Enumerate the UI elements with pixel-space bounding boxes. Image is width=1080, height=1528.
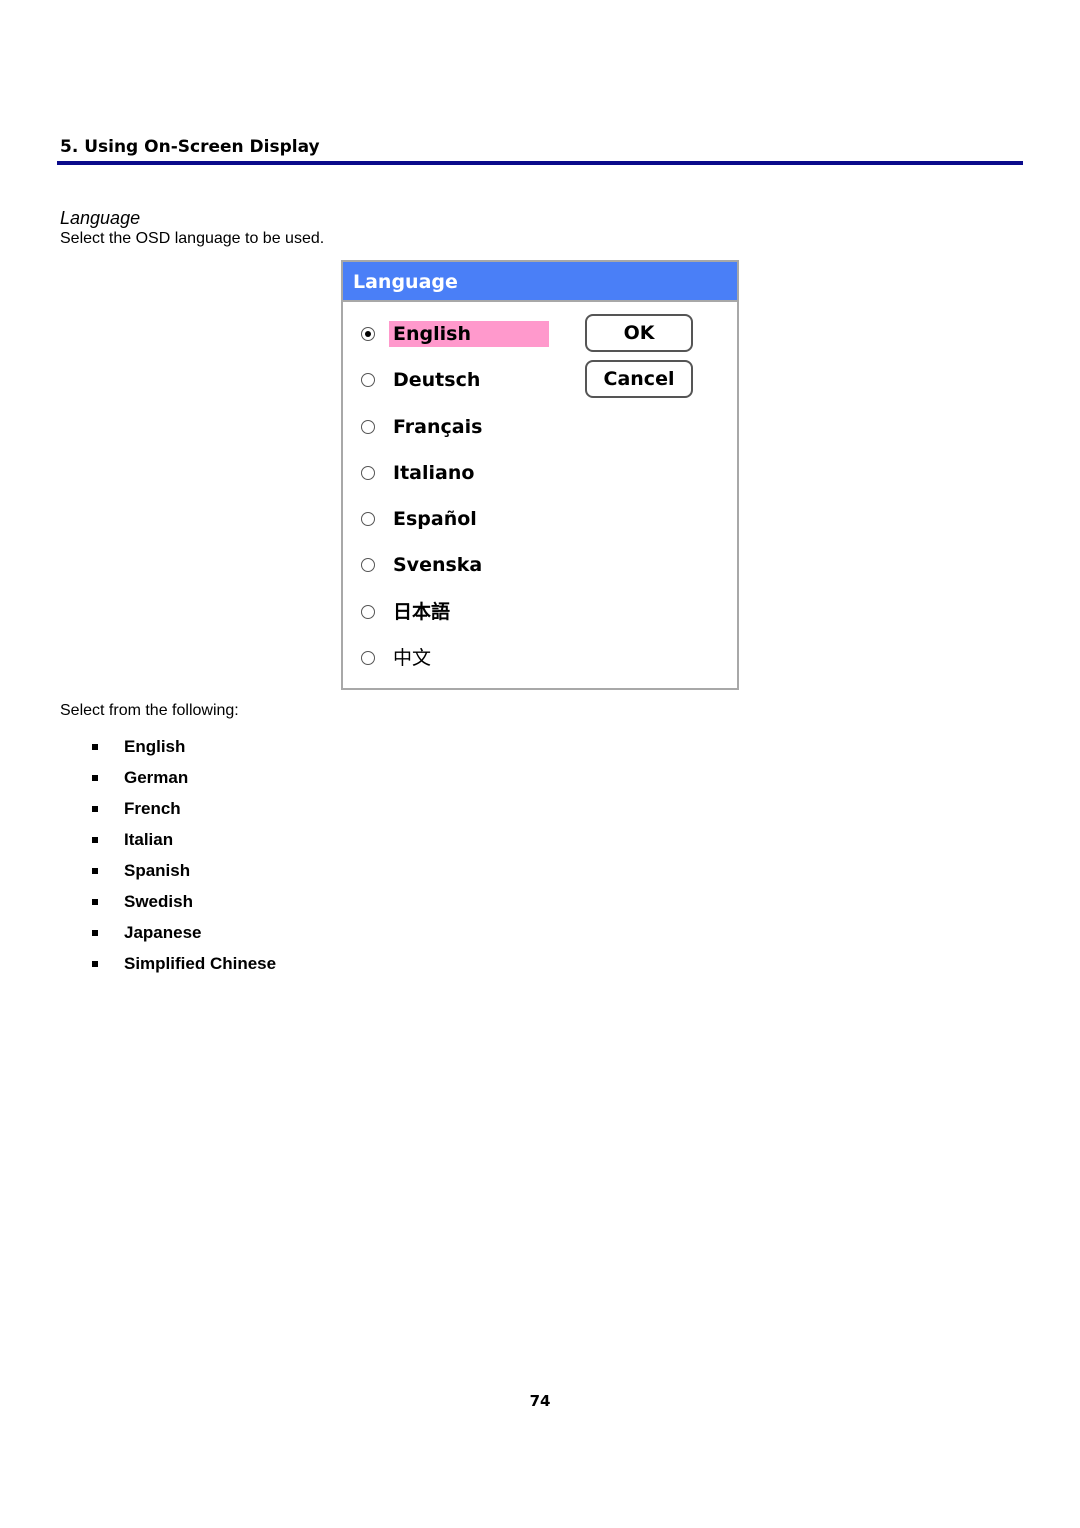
option-label: Italiano <box>393 462 475 484</box>
list-item-label: Simplified Chinese <box>124 953 277 973</box>
option-label: English <box>389 321 549 347</box>
option-espanol[interactable]: Español <box>361 505 481 533</box>
osd-title: Language <box>343 262 737 302</box>
option-label: Svenska <box>393 554 483 576</box>
option-francais[interactable]: Français <box>361 413 486 441</box>
option-label: 中文 <box>393 647 432 669</box>
option-japanese[interactable]: 日本語 <box>361 598 454 626</box>
bullet-icon <box>92 867 98 874</box>
list-intro: Select from the following: <box>60 702 239 719</box>
radio-icon[interactable] <box>361 466 375 480</box>
radio-icon[interactable] <box>361 512 375 526</box>
bullet-icon <box>92 836 98 843</box>
list-item: Swedish <box>92 886 276 917</box>
list-item: Spanish <box>92 855 276 886</box>
option-label: Français <box>393 416 483 438</box>
bullet-icon <box>92 774 98 781</box>
list-item-label: Italian <box>124 829 174 849</box>
radio-icon[interactable] <box>361 373 375 387</box>
bullet-icon <box>92 960 98 967</box>
option-label: 日本語 <box>393 601 451 623</box>
list-item: Italian <box>92 824 276 855</box>
list-item-label: French <box>124 798 181 818</box>
cancel-button[interactable]: Cancel <box>585 360 693 398</box>
page-number: 74 <box>529 1392 551 1410</box>
intro-text: Select the OSD language to be used. <box>60 230 325 247</box>
list-item-label: Spanish <box>124 860 191 880</box>
subheading: Language <box>60 208 141 228</box>
radio-icon[interactable] <box>361 605 375 619</box>
list-item-label: Japanese <box>124 922 202 942</box>
option-italiano[interactable]: Italiano <box>361 459 478 487</box>
ok-button[interactable]: OK <box>585 314 693 352</box>
list-item: English <box>92 731 276 762</box>
section-title: 5. Using On-Screen Display <box>60 137 320 157</box>
bullet-icon <box>92 743 98 750</box>
list-item-label: Swedish <box>124 891 193 911</box>
list-item-label: English <box>124 736 186 756</box>
bullet-icon <box>92 898 98 905</box>
option-chinese[interactable]: 中文 <box>361 644 435 672</box>
language-osd-dialog: Language English Deutsch Français Italia… <box>341 260 739 690</box>
list-item: Japanese <box>92 917 276 948</box>
option-svenska[interactable]: Svenska <box>361 551 486 579</box>
header-rule <box>57 161 1023 165</box>
list-item: French <box>92 793 276 824</box>
list-item: Simplified Chinese <box>92 948 276 979</box>
radio-icon[interactable] <box>361 420 375 434</box>
option-deutsch[interactable]: Deutsch <box>361 366 484 394</box>
bullet-icon <box>92 805 98 812</box>
radio-icon[interactable] <box>361 651 375 665</box>
bullet-icon <box>92 929 98 936</box>
option-label: Deutsch <box>393 369 481 391</box>
option-english[interactable]: English <box>361 320 549 348</box>
option-label: Español <box>393 508 477 530</box>
language-list: English German French Italian Spanish Sw… <box>92 731 276 979</box>
list-item: German <box>92 762 276 793</box>
radio-selected-icon[interactable] <box>361 327 375 341</box>
radio-icon[interactable] <box>361 558 375 572</box>
list-item-label: German <box>124 767 189 787</box>
